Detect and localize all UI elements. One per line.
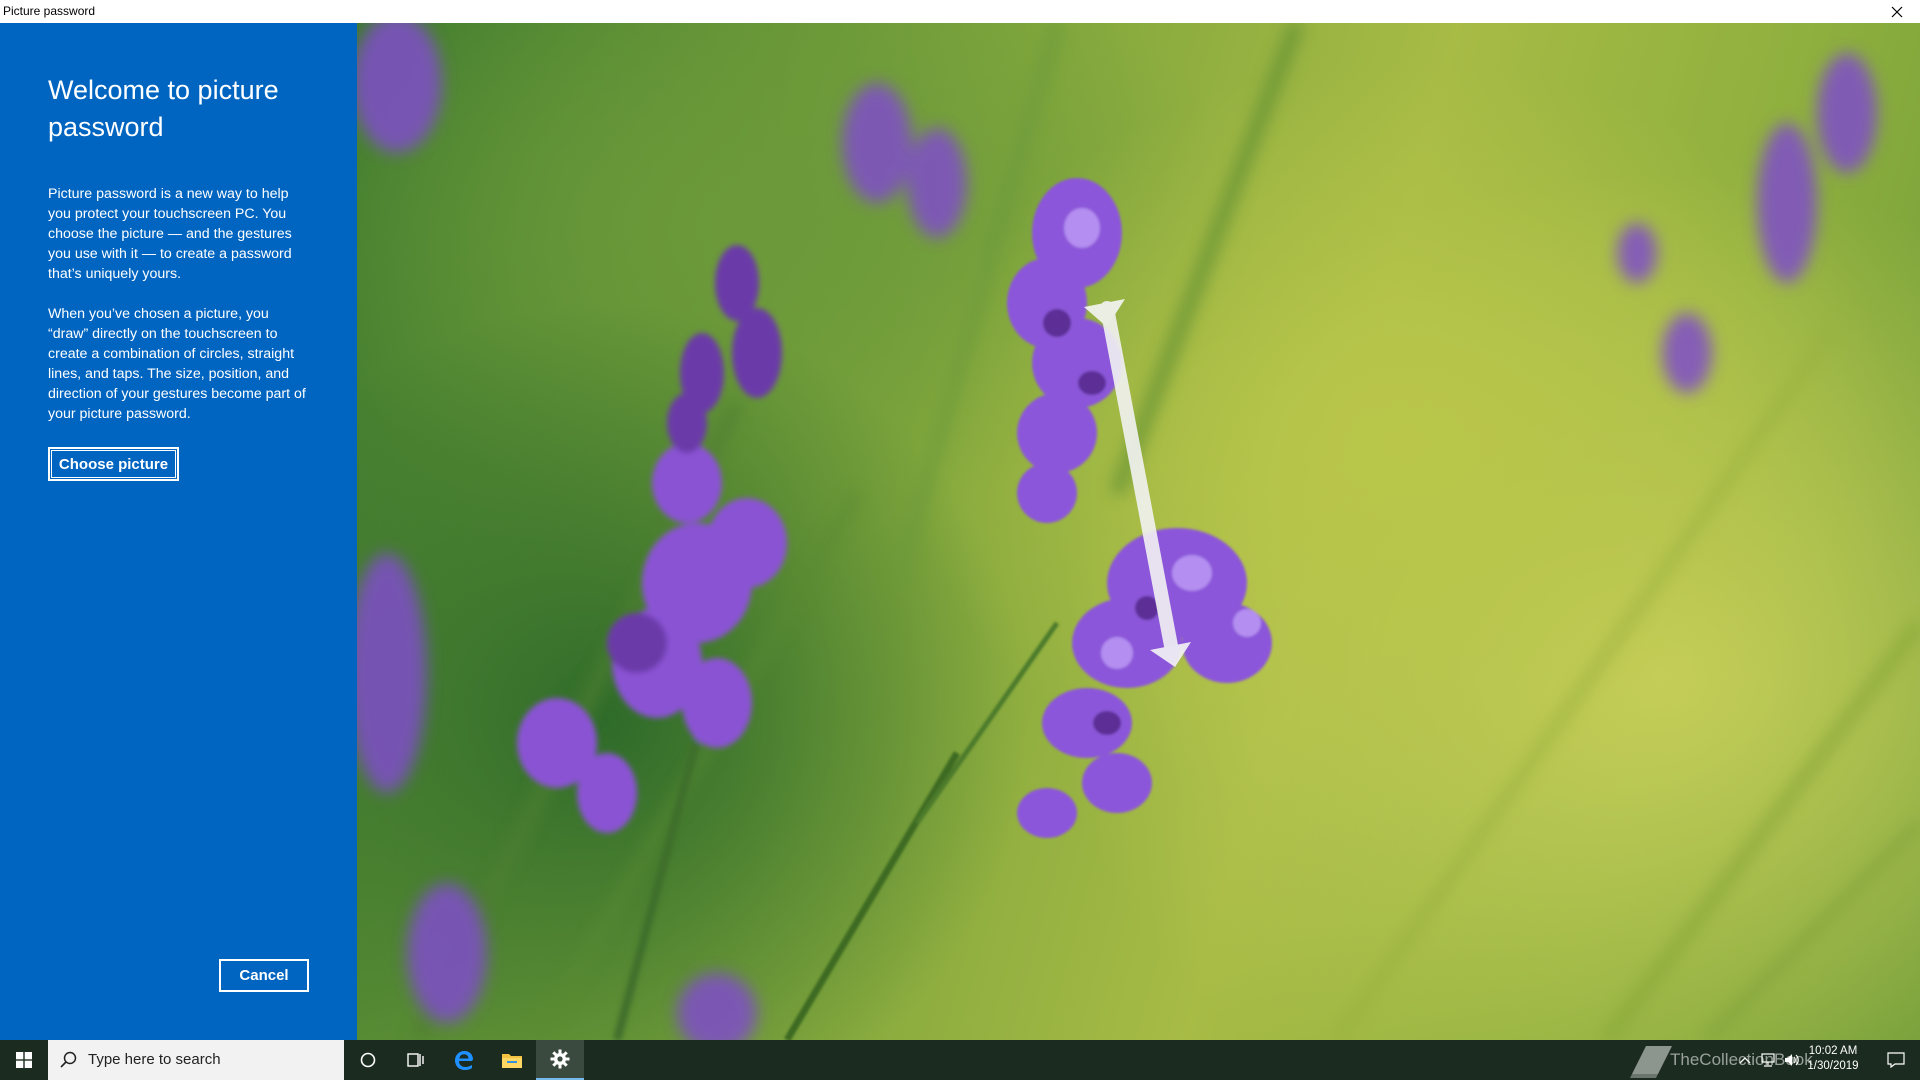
edge-button[interactable] — [440, 1040, 488, 1080]
picture-preview[interactable] — [357, 23, 1920, 1040]
watermark-text: TheCollectionBook — [1670, 1050, 1813, 1069]
action-center-button[interactable] — [1872, 1040, 1920, 1080]
windows-start-icon — [16, 1052, 32, 1068]
task-view-button[interactable] — [392, 1040, 440, 1080]
instructions-paragraph: When you’ve chosen a picture, you “draw”… — [48, 306, 306, 422]
task-view-icon — [407, 1053, 424, 1067]
file-explorer-icon — [502, 1054, 522, 1068]
search-icon — [60, 1051, 77, 1068]
instructions-panel: Welcome to picture password Picture pass… — [0, 23, 357, 1040]
search-placeholder: Type here to search — [88, 1051, 221, 1068]
window-title: Picture password — [3, 4, 96, 18]
start-button[interactable] — [0, 1040, 48, 1080]
lavender-image — [357, 23, 1920, 1040]
close-icon — [1891, 6, 1903, 17]
intro-paragraph: Picture password is a new way to help yo… — [48, 186, 292, 282]
action-center-icon — [1887, 1052, 1905, 1068]
settings-icon — [550, 1049, 570, 1069]
page-title: Welcome to picture password — [48, 75, 279, 142]
watermark: TheCollectionBook — [1630, 1040, 1860, 1080]
taskbar-search-box[interactable]: Type here to search — [48, 1040, 344, 1080]
edge-icon — [455, 1051, 473, 1070]
cortana-button[interactable] — [344, 1040, 392, 1080]
settings-taskbar-button[interactable] — [536, 1040, 584, 1080]
cortana-icon — [360, 1052, 376, 1068]
cancel-button[interactable]: Cancel — [219, 959, 309, 992]
title-bar: Picture password — [0, 0, 1920, 23]
choose-picture-button[interactable]: Choose picture — [48, 447, 179, 481]
close-button[interactable] — [1874, 0, 1920, 23]
file-explorer-button[interactable] — [488, 1040, 536, 1080]
book-logo-icon — [1630, 1046, 1672, 1078]
